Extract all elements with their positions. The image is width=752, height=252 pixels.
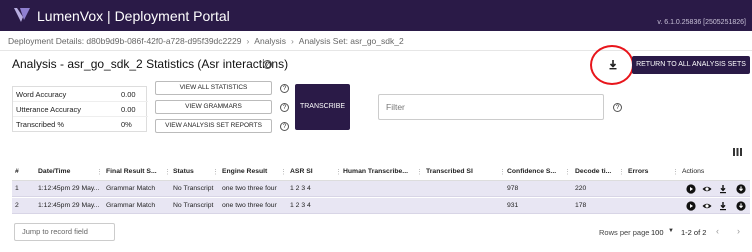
pagination-range: 1-2 of 2 — [681, 228, 707, 237]
cell-engine-result: one two three four — [222, 202, 277, 209]
stat-row-utterance-accuracy: Utterance Accuracy 0.00 — [13, 102, 148, 117]
top-bar: LumenVox | Deployment Portal v. 6.1.0.25… — [0, 0, 752, 31]
stat-label: Utterance Accuracy — [16, 105, 82, 114]
stats-summary: Word Accuracy 0.00 Utterance Accuracy 0.… — [12, 86, 148, 132]
column-separator: ⋮ — [280, 169, 287, 176]
row-actions — [686, 201, 750, 211]
help-icon[interactable]: ? — [280, 122, 289, 131]
chevron-right-icon[interactable]: › — [737, 226, 740, 236]
highlight-circle — [590, 45, 634, 85]
stat-value: 0.00 — [121, 105, 136, 114]
help-icon[interactable]: ? — [613, 103, 622, 112]
column-header[interactable]: Errors — [628, 168, 668, 175]
stat-value: 0% — [121, 120, 132, 129]
cell-num: 1 — [15, 185, 19, 192]
stat-value: 0.00 — [121, 90, 136, 99]
column-header-actions: Actions — [682, 168, 705, 175]
page-title: Analysis - asr_go_sdk_2 Statistics (Asr … — [12, 57, 289, 71]
chevron-right-icon: › — [246, 36, 250, 46]
cell-status: No Transcript — [173, 202, 214, 209]
column-separator: ⋮ — [416, 169, 423, 176]
column-separator: ⋮ — [564, 169, 571, 176]
stat-row-word-accuracy: Word Accuracy 0.00 — [13, 87, 148, 102]
rows-per-page-select[interactable]: 100 — [651, 228, 664, 237]
cell-asr-si: 1 2 3 4 — [290, 202, 311, 209]
return-to-all-analysis-sets-button[interactable]: RETURN TO ALL ANALYSIS SETS — [632, 56, 750, 74]
column-separator: ⋮ — [96, 169, 103, 176]
chevron-right-icon: › — [290, 36, 294, 46]
breadcrumb-deployment[interactable]: Deployment Details: d80b9d9b-086f-42f0-a… — [8, 36, 241, 46]
row-actions — [686, 184, 750, 194]
caret-down-icon[interactable]: ▼ — [668, 228, 674, 234]
column-header[interactable]: Transcribed SI — [426, 168, 496, 175]
column-header[interactable]: Date/Time — [38, 168, 102, 175]
cell-engine-result: one two three four — [222, 185, 277, 192]
lumenvox-logo-icon — [14, 8, 30, 22]
column-header[interactable]: ASR SI — [290, 168, 335, 175]
cell-num: 2 — [15, 202, 19, 209]
stat-label: Word Accuracy — [16, 90, 67, 99]
download-circle-icon[interactable] — [736, 201, 746, 211]
table-row[interactable]: 2 1:12:45pm 29 May... Grammar Match No T… — [12, 198, 750, 214]
app-title: LumenVox | Deployment Portal — [37, 8, 230, 24]
view-analysis-set-reports-button[interactable]: VIEW ANALYSIS SET REPORTS — [155, 119, 272, 133]
column-separator: ⋮ — [618, 169, 625, 176]
column-header[interactable]: Human Transcribe... — [343, 168, 415, 175]
chevron-left-icon[interactable]: ‹ — [716, 226, 719, 236]
breadcrumb-analysis-set: Analysis Set: asr_go_sdk_2 — [298, 36, 404, 46]
eye-icon[interactable] — [702, 184, 712, 194]
table-header: # Date/Time ⋮ Final Result S... ⋮ Status… — [12, 163, 750, 181]
stat-row-transcribed: Transcribed % 0% — [13, 117, 148, 132]
column-separator: ⋮ — [164, 169, 171, 176]
column-header[interactable]: Confidence S... — [507, 168, 562, 175]
cell-decode-time: 178 — [575, 202, 587, 209]
help-icon[interactable]: ? — [280, 84, 289, 93]
header-divider — [0, 50, 752, 51]
column-separator: ⋮ — [499, 169, 506, 176]
column-separator: ⋮ — [335, 169, 342, 176]
play-icon[interactable] — [686, 184, 696, 194]
filter-input[interactable]: Filter — [378, 94, 604, 120]
column-separator: ⋮ — [212, 169, 219, 176]
column-settings-icon[interactable] — [733, 148, 742, 156]
download-icon[interactable] — [718, 201, 728, 211]
download-icon[interactable] — [718, 184, 728, 194]
cell-datetime: 1:12:45pm 29 May... — [38, 202, 100, 209]
stat-label: Transcribed % — [16, 120, 65, 129]
cell-datetime: 1:12:45pm 29 May... — [38, 185, 100, 192]
jump-to-record-field[interactable]: Jump to record field — [14, 223, 115, 241]
cell-confidence: 931 — [507, 202, 519, 209]
play-icon[interactable] — [686, 201, 696, 211]
column-header[interactable]: Final Result S... — [106, 168, 170, 175]
view-all-statistics-button[interactable]: VIEW ALL STATISTICS — [155, 81, 272, 95]
column-header[interactable]: # — [15, 168, 19, 175]
download-circle-icon[interactable] — [736, 184, 746, 194]
cell-final-result: Grammar Match — [106, 202, 156, 209]
rows-per-page-label: Rows per page — [599, 228, 650, 237]
cell-decode-time: 220 — [575, 185, 587, 192]
eye-icon[interactable] — [702, 201, 712, 211]
cell-final-result: Grammar Match — [106, 185, 156, 192]
help-icon[interactable]: ? — [263, 60, 272, 69]
help-icon[interactable]: ? — [280, 103, 289, 112]
breadcrumb: Deployment Details: d80b9d9b-086f-42f0-a… — [8, 36, 404, 46]
version-label: v. 6.1.0.25836 [2505251826] — [657, 19, 746, 26]
cell-confidence: 978 — [507, 185, 519, 192]
breadcrumb-analysis[interactable]: Analysis — [254, 36, 286, 46]
column-header[interactable]: Decode ti... — [575, 168, 622, 175]
view-grammars-button[interactable]: VIEW GRAMMARS — [155, 100, 272, 114]
cell-asr-si: 1 2 3 4 — [290, 185, 311, 192]
column-header[interactable]: Engine Result — [222, 168, 286, 175]
table-row[interactable]: 1 1:12:45pm 29 May... Grammar Match No T… — [12, 181, 750, 197]
transcribe-button[interactable]: TRANSCRIBE — [295, 84, 350, 130]
cell-status: No Transcript — [173, 185, 214, 192]
column-separator: ⋮ — [672, 169, 679, 176]
